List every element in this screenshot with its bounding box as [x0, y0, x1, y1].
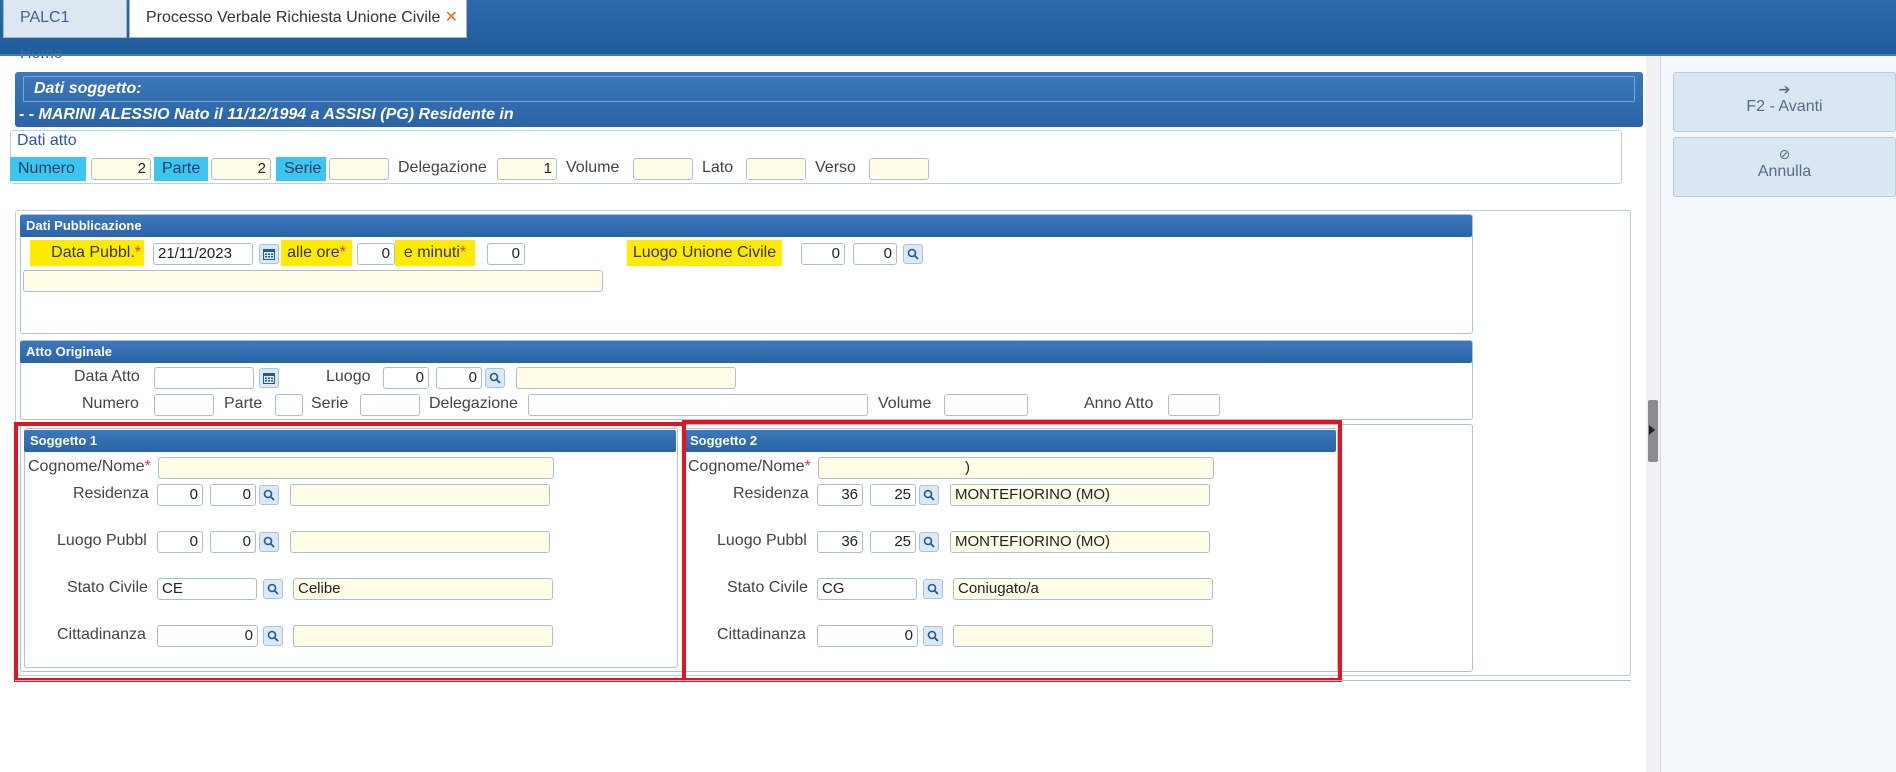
- parte-atto-input[interactable]: [275, 394, 303, 416]
- volume-label: Volume: [566, 159, 620, 176]
- required-marker: *: [134, 244, 141, 261]
- arrow-right-icon: ➔: [1778, 81, 1791, 97]
- parte-atto-label: Parte: [224, 395, 263, 412]
- luogo-atto-code2-input[interactable]: 0: [436, 367, 482, 389]
- anno-atto-input[interactable]: [1168, 394, 1220, 416]
- numero-label: Numero: [10, 157, 86, 181]
- serie-atto-label: Serie: [311, 395, 349, 412]
- volume-atto-label: Volume: [878, 395, 932, 412]
- search-icon[interactable]: [485, 368, 505, 388]
- luogo-unione-code1-input[interactable]: 0: [801, 243, 845, 265]
- e-minuti-label: e minuti*: [395, 240, 475, 266]
- luogo-atto-desc-input[interactable]: [516, 367, 736, 389]
- tab-home[interactable]: PALC1 Home: [3, 0, 127, 62]
- lato-label: Lato: [702, 159, 734, 176]
- required-marker: *: [339, 244, 346, 261]
- serie-label: Serie: [276, 157, 326, 181]
- pubblicazione-note-input[interactable]: [23, 270, 603, 292]
- data-pubbl-label: Data Pubbl.*: [30, 240, 144, 266]
- anno-atto-label: Anno Atto: [1084, 395, 1154, 412]
- data-atto-label: Data Atto: [74, 368, 140, 385]
- serie-input[interactable]: [329, 158, 389, 180]
- tab-processo-verbale-label: Processo Verbale Richiesta Unione Civile: [146, 9, 441, 26]
- volume-input[interactable]: [633, 158, 693, 180]
- annulla-button-label: Annulla: [1757, 163, 1812, 180]
- parte-label: Parte: [154, 157, 208, 181]
- minuti-input[interactable]: 0: [487, 243, 525, 265]
- collapse-arrow-icon[interactable]: [1649, 425, 1655, 435]
- cancel-icon: ⊘: [1778, 146, 1791, 162]
- subject-header-title: Dati soggetto:: [34, 80, 142, 97]
- tab-bar-divider: [0, 54, 1896, 56]
- form-bottom-divider: [15, 680, 1631, 681]
- alle-ore-label: alle ore*: [281, 240, 352, 266]
- data-atto-input[interactable]: [154, 367, 254, 389]
- delegazione-atto-label: Delegazione: [429, 395, 518, 412]
- avanti-button-label: F2 - Avanti: [1746, 98, 1823, 115]
- luogo-atto-label: Luogo: [326, 368, 371, 385]
- delegazione-atto-input[interactable]: [528, 394, 868, 416]
- numero-input[interactable]: 2: [91, 158, 151, 180]
- close-icon[interactable]: ✕: [445, 0, 458, 36]
- luogo-atto-code1-input[interactable]: 0: [383, 367, 429, 389]
- avanti-button[interactable]: ➔ F2 - Avanti: [1673, 72, 1896, 132]
- luogo-unione-code2-input[interactable]: 0: [853, 243, 897, 265]
- subject-description: - - MARINI ALESSIO Nato il 11/12/1994 a …: [19, 106, 514, 123]
- volume-atto-input[interactable]: [944, 394, 1028, 416]
- atto-originale-header: Atto Originale: [20, 341, 1472, 363]
- delegazione-label: Delegazione: [398, 159, 487, 176]
- annulla-button[interactable]: ⊘ Annulla: [1673, 137, 1896, 197]
- search-icon[interactable]: [903, 244, 923, 264]
- pubblicazione-header: Dati Pubblicazione: [20, 215, 1472, 237]
- e-minuti-label-text: e minuti: [403, 244, 460, 261]
- luogo-unione-civile-label: Luogo Unione Civile: [627, 240, 782, 266]
- calendar-icon[interactable]: [259, 244, 279, 264]
- annotation-box-soggetto2: [682, 420, 1342, 682]
- required-marker: *: [459, 244, 467, 261]
- alle-ore-label-text: alle ore: [287, 244, 340, 261]
- subject-header-title-box: Dati soggetto:: [23, 76, 1635, 102]
- numero-atto-input[interactable]: [154, 394, 214, 416]
- tab-bar: PALC1 Home Processo Verbale Richiesta Un…: [0, 0, 1896, 62]
- ore-input[interactable]: 0: [357, 243, 395, 265]
- tab-processo-verbale[interactable]: Processo Verbale Richiesta Unione Civile…: [129, 0, 467, 38]
- dati-atto-title: Dati atto: [17, 132, 77, 149]
- delegazione-input[interactable]: 1: [497, 158, 557, 180]
- data-pubbl-label-text: Data Pubbl.: [51, 244, 135, 261]
- calendar-icon[interactable]: [259, 368, 279, 388]
- lato-input[interactable]: [746, 158, 806, 180]
- verso-label: Verso: [815, 159, 856, 176]
- annotation-box-soggetto1: [14, 422, 686, 682]
- numero-atto-label: Numero: [82, 395, 139, 412]
- data-pubbl-input[interactable]: 21/11/2023: [153, 243, 253, 265]
- subject-header: Dati soggetto: - - MARINI ALESSIO Nato i…: [15, 72, 1643, 127]
- parte-input[interactable]: 2: [211, 158, 271, 180]
- verso-input[interactable]: [869, 158, 929, 180]
- serie-atto-input[interactable]: [360, 394, 420, 416]
